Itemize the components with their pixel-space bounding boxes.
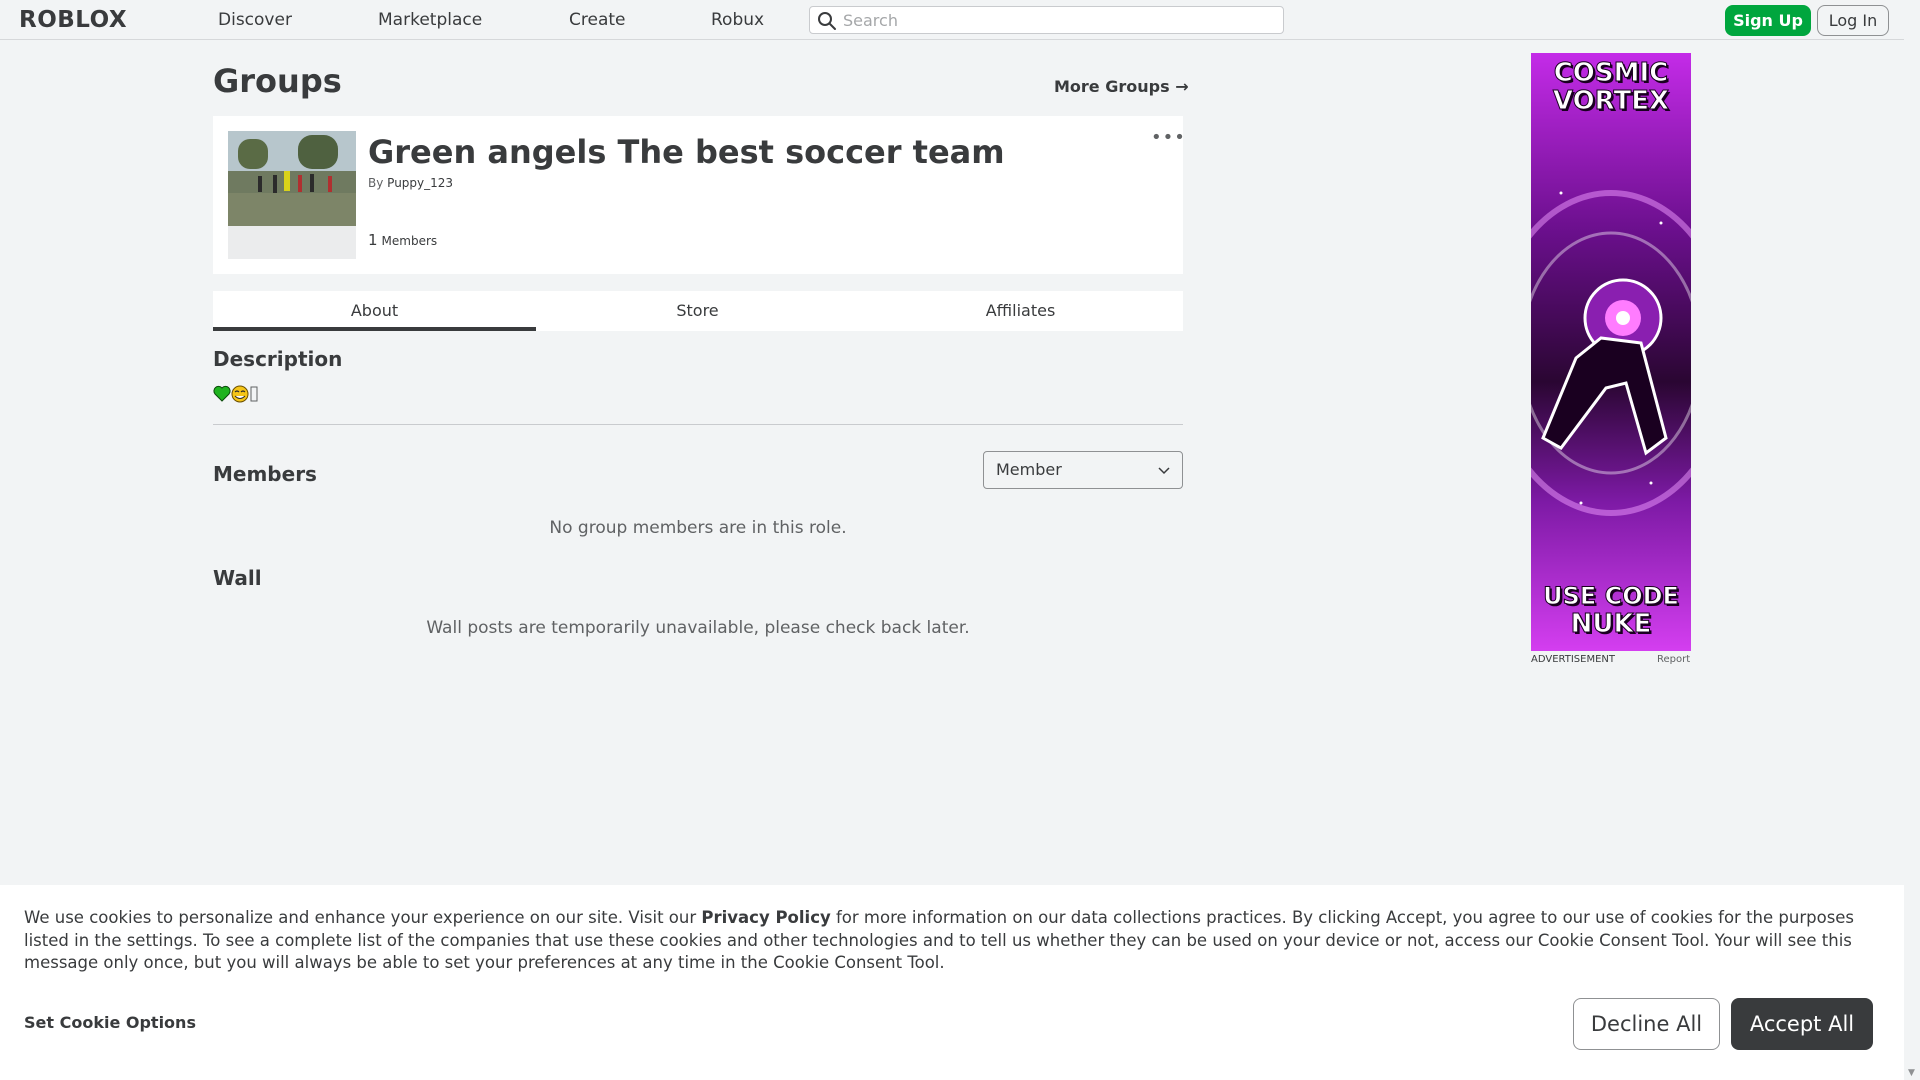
nav-link-create[interactable]: Create (569, 9, 626, 31)
nav-link-marketplace[interactable]: Marketplace (378, 9, 482, 31)
sign-up-button[interactable]: Sign Up (1725, 5, 1811, 36)
ad-headline-top-1: COSMIC (1553, 58, 1669, 88)
members-empty-message: No group members are in this role. (549, 518, 847, 538)
advertisement-label: ADVERTISEMENT (1531, 654, 1616, 665)
decline-all-button[interactable]: Decline All (1573, 998, 1720, 1050)
search-input[interactable] (843, 9, 1273, 31)
more-options-icon[interactable]: ••• (1151, 127, 1186, 148)
ad-headline-bottom-1: USE CODE (1543, 582, 1680, 611)
group-name: Green angels The best soccer team (368, 133, 1005, 171)
section-divider (213, 424, 1183, 425)
arrow-right-icon: → (1175, 77, 1189, 96)
group-owner: By Puppy_123 (368, 176, 453, 190)
more-groups-link[interactable]: More Groups → (1054, 77, 1189, 96)
scroll-down-arrow-icon[interactable]: ▼ (1908, 1068, 1915, 1078)
wall-empty-message: Wall posts are temporarily unavailable, … (426, 618, 970, 638)
search-icon (818, 12, 836, 30)
nav-link-discover[interactable]: Discover (218, 9, 292, 31)
ad-report-link[interactable]: Report (1657, 654, 1690, 665)
search-box (809, 6, 1284, 34)
group-owner-link[interactable]: Puppy_123 (387, 176, 453, 190)
member-count-label: Members (381, 234, 438, 248)
cookie-text-before: We use cookies to personalize and enhanc… (24, 908, 702, 927)
group-owner-prefix: By (368, 176, 384, 190)
tab-affiliates[interactable]: Affiliates (859, 291, 1182, 331)
group-header-card: Green angels The best soccer team By Pup… (213, 116, 1186, 274)
member-count-value: 1 (368, 231, 378, 249)
group-member-count: 1 Members (368, 231, 437, 249)
roblox-logo[interactable]: ROBLOX (19, 7, 127, 33)
cookie-banner: We use cookies to personalize and enhanc… (0, 885, 1904, 1080)
ad-headline-top-2: VORTEX (1552, 86, 1670, 116)
log-in-button[interactable]: Log In (1817, 5, 1889, 36)
cookie-message: We use cookies to personalize and enhanc… (24, 907, 1884, 975)
ad-artwork (1531, 190, 1691, 516)
group-tabs: About Store Affiliates (213, 291, 1183, 331)
page-title: Groups (213, 62, 342, 100)
description-emoji-icons (213, 385, 258, 403)
accept-all-button[interactable]: Accept All (1731, 998, 1873, 1050)
advertisement-banner[interactable]: COSMIC VORTEX USE CODE NUKE (1531, 53, 1691, 651)
role-dropdown-value: Member (996, 460, 1062, 479)
wall-heading: Wall (213, 566, 262, 590)
role-dropdown[interactable]: Member (983, 451, 1183, 489)
set-cookie-options-link[interactable]: Set Cookie Options (24, 1013, 196, 1032)
nav-link-robux[interactable]: Robux (711, 9, 764, 31)
members-heading: Members (213, 462, 317, 486)
top-nav: ROBLOX Discover Marketplace Create Robux… (0, 0, 1904, 40)
page-scrollbar[interactable]: ▼ (1904, 0, 1920, 1080)
tab-store[interactable]: Store (536, 291, 859, 331)
ad-headline-bottom-2: NUKE (1570, 609, 1652, 639)
description-heading: Description (213, 347, 343, 371)
group-emblem (228, 131, 356, 259)
group-emblem-image (228, 131, 356, 259)
more-groups-label: More Groups (1054, 77, 1170, 96)
chevron-down-icon (1158, 467, 1170, 475)
group-description (213, 384, 269, 404)
privacy-policy-link[interactable]: Privacy Policy (701, 908, 830, 927)
tab-about[interactable]: About (213, 291, 536, 331)
